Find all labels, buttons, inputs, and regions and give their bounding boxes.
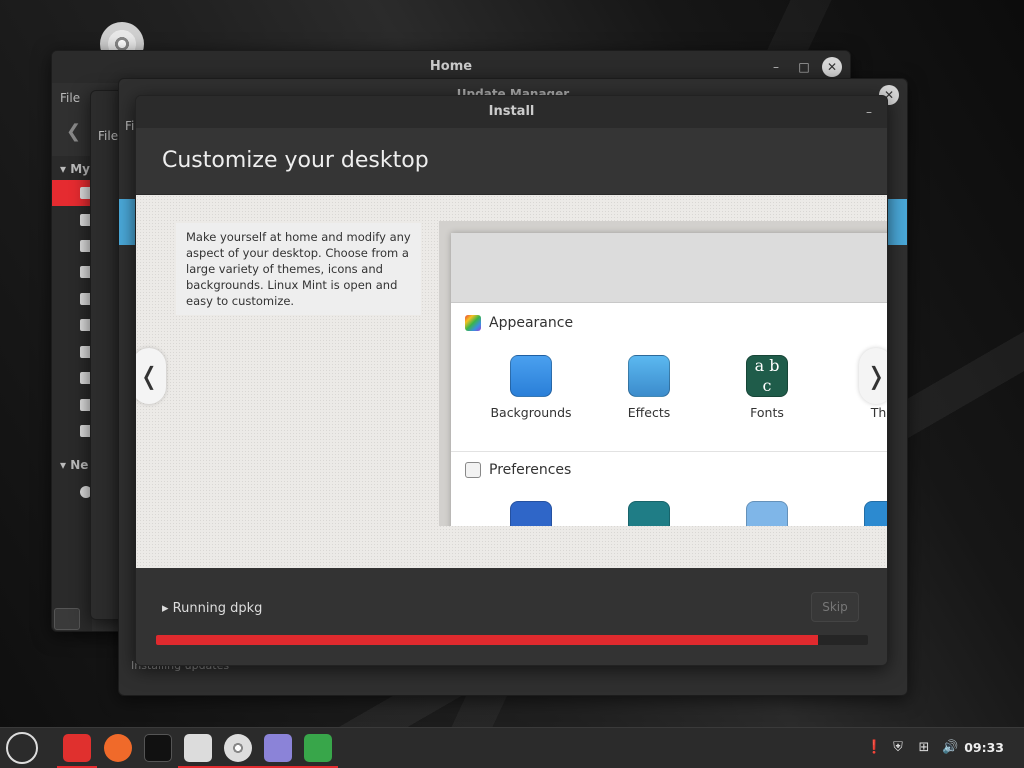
fonts-item: a bc Fonts: [722, 355, 812, 420]
details-expander[interactable]: ▸ Running dpkg: [162, 601, 262, 616]
security-shield-icon[interactable]: ⛨: [890, 740, 906, 756]
effects-icon: [628, 355, 670, 397]
previous-slide-button[interactable]: ❬: [136, 348, 166, 404]
files-icon[interactable]: [63, 734, 91, 762]
preferences-icon: [465, 462, 481, 478]
applets-icon: [746, 501, 788, 526]
update-manager-menu-file[interactable]: Fi: [125, 119, 134, 133]
home-maximize-button[interactable]: □: [794, 57, 814, 77]
backgrounds-item: Backgrounds: [486, 355, 576, 420]
sidebar-section-network[interactable]: ▾ Ne: [60, 458, 88, 472]
section-separator: [451, 451, 887, 452]
fonts-icon: a bc: [746, 355, 788, 397]
appearance-section: Appearance: [465, 315, 573, 331]
chevron-down-icon: ▾: [60, 458, 71, 472]
update-manager-icon[interactable]: [184, 734, 212, 762]
chevron-right-icon: ▸: [162, 601, 173, 616]
back-arrow-icon[interactable]: ❮: [66, 121, 81, 142]
preferences-section: Preferences: [465, 462, 571, 478]
home-sidebar: ▾ My ▾ Ne: [52, 156, 92, 631]
effects-item: Effects: [604, 355, 694, 420]
skip-button[interactable]: Skip: [811, 592, 859, 622]
settings-preview-header: [451, 233, 887, 303]
slide-description: Make yourself at home and modify any asp…: [176, 223, 421, 315]
slide-screenshot: Appearance Backgrounds Effects a bc Font…: [439, 221, 887, 526]
system-settings-preview: Appearance Backgrounds Effects a bc Font…: [451, 233, 887, 526]
home-window-title: Home: [429, 59, 473, 74]
install-window-title: Install: [488, 104, 535, 119]
firefox-icon[interactable]: [104, 734, 132, 762]
slide-content: Make yourself at home and modify any asp…: [136, 195, 887, 568]
home-menu-file[interactable]: File: [60, 91, 80, 105]
chevron-down-icon: ▾: [60, 162, 71, 176]
home-close-button[interactable]: ✕: [822, 57, 842, 77]
taskbar: ❗ ⛨ ⊞ 🔊 09:33: [0, 727, 1024, 768]
accessibility-icon: [510, 501, 552, 526]
sidebar-section-my-computer[interactable]: ▾ My: [60, 162, 90, 176]
home-minimize-button[interactable]: –: [766, 57, 786, 77]
clock[interactable]: 09:33: [964, 740, 1004, 755]
volume-icon[interactable]: 🔊: [942, 740, 958, 756]
notification-icon[interactable]: ❗: [866, 740, 882, 756]
account-details-icon: [628, 501, 670, 526]
appearance-icon: [465, 315, 481, 331]
install-progress-bar: [156, 635, 868, 645]
terminal-icon[interactable]: [144, 734, 172, 762]
install-header: Customize your desktop: [136, 128, 887, 195]
next-slide-button[interactable]: ❭: [859, 348, 887, 404]
install-minimize-button[interactable]: –: [859, 102, 879, 122]
network-icon[interactable]: ⊞: [916, 740, 932, 756]
mint-menu-icon[interactable]: [6, 732, 38, 764]
folder-toggle-button[interactable]: [54, 608, 80, 630]
date-time-icon: [864, 501, 887, 526]
slide-heading: Customize your desktop: [162, 148, 429, 173]
install-progress-fill: [156, 635, 819, 645]
second-menu-file[interactable]: File: [98, 129, 118, 143]
text-editor-icon[interactable]: [264, 734, 292, 762]
install-window: Install – Customize your desktop Make yo…: [135, 95, 888, 666]
install-footer: ▸ Running dpkg Skip: [136, 571, 887, 665]
backgrounds-icon: [510, 355, 552, 397]
installer-disc-icon[interactable]: [224, 734, 252, 762]
install-titlebar[interactable]: Install –: [136, 96, 887, 128]
desktop: Home – □ ✕ File ❮ ▾ My ▾ Ne File Update …: [0, 0, 1024, 727]
shield-icon[interactable]: [304, 734, 332, 762]
